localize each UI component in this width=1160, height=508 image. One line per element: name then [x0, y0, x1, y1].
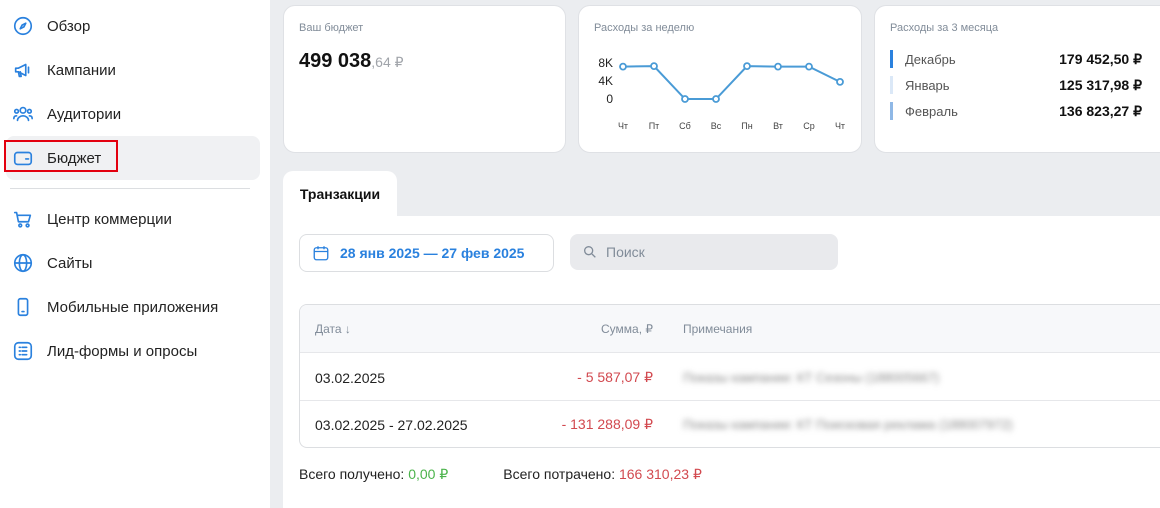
x-tick-label: Пт	[649, 121, 660, 131]
column-date[interactable]: Дата ↓	[315, 305, 351, 353]
month-color-bar	[890, 102, 893, 120]
x-tick-label: Сб	[679, 121, 691, 131]
total-received-value: 0,00 ₽	[408, 466, 449, 482]
month-value: 125 317,98 ₽	[1059, 76, 1142, 93]
sidebar-item-campaigns[interactable]: Кампании	[6, 48, 260, 92]
transactions-table: Дата ↓ Сумма, ₽ Примечания 03.02.2025 - …	[299, 304, 1160, 448]
sidebar-item-label: Обзор	[47, 17, 91, 35]
row-date: 03.02.2025	[315, 369, 386, 386]
x-tick-label: Чт	[618, 121, 628, 131]
sidebar-item-lead-forms[interactable]: Лид-формы и опросы	[6, 329, 260, 373]
sidebar-item-commerce[interactable]: Центр коммерции	[6, 197, 260, 241]
month-row-january: Январь 125 317,98 ₽	[890, 75, 1142, 95]
x-tick-label: Пн	[741, 121, 752, 131]
wallet-icon	[12, 147, 34, 169]
sidebar-item-label: Сайты	[47, 254, 93, 272]
x-tick-label: Вт	[773, 121, 783, 131]
search-box[interactable]	[570, 234, 838, 270]
budget-value-fraction: ,64 ₽	[371, 54, 404, 70]
month-name: Январь	[905, 77, 950, 93]
data-point[interactable]	[650, 62, 658, 71]
budget-card: Ваш бюджет 499 038,64 ₽	[283, 5, 566, 153]
sidebar-item-label: Лид-формы и опросы	[47, 342, 198, 360]
users-icon	[12, 103, 34, 125]
month-row-december: Декабрь 179 452,50 ₽	[890, 49, 1142, 69]
month-row-february: Февраль 136 823,27 ₽	[890, 101, 1142, 121]
month-name: Декабрь	[905, 51, 956, 67]
month-name: Февраль	[905, 103, 958, 119]
budget-value-main: 499 038	[299, 50, 372, 72]
date-range-label: 28 янв 2025 — 27 фев 2025	[340, 245, 525, 261]
table-row[interactable]: 03.02.2025 - 5 587,07 ₽ Показы кампании:…	[300, 354, 1160, 401]
data-point[interactable]	[774, 62, 782, 71]
budget-value: 499 038,64 ₽	[299, 50, 404, 73]
x-tick-label: Ср	[803, 121, 815, 131]
row-date: 03.02.2025 - 27.02.2025	[315, 416, 468, 433]
weekly-expenses-card: Расходы за неделю 8K 4K 0 Чт Пт Сб Вс Пн Вт Ср Чт	[578, 5, 862, 153]
sidebar-item-label: Кампании	[47, 61, 116, 79]
sidebar-item-label: Центр коммерции	[47, 210, 172, 228]
compass-icon	[12, 15, 34, 37]
data-point[interactable]	[743, 62, 751, 71]
sidebar-item-label: Бюджет	[47, 149, 102, 167]
month-value: 136 823,27 ₽	[1059, 102, 1142, 119]
total-spent-label: Всего потрачено:	[503, 466, 616, 482]
y-tick-label: 0	[606, 92, 613, 106]
search-icon	[584, 246, 596, 258]
phone-icon	[12, 296, 34, 318]
date-range-picker[interactable]: 28 янв 2025 — 27 фев 2025	[299, 234, 554, 272]
x-tick-label: Вс	[711, 121, 722, 131]
table-row[interactable]: 03.02.2025 - 27.02.2025 - 131 288,09 ₽ П…	[300, 401, 1160, 447]
search-input[interactable]	[606, 244, 806, 260]
sidebar: Обзор Кампании Аудитории Бюджет Центр ко…	[0, 0, 270, 508]
globe-icon	[12, 252, 34, 274]
three-months-card: Расходы за 3 месяца Декабрь 179 452,50 ₽…	[874, 5, 1160, 153]
months-title: Расходы за 3 месяца	[890, 22, 999, 34]
data-point[interactable]	[805, 62, 813, 71]
series-line	[622, 65, 841, 100]
data-point[interactable]	[681, 95, 689, 103]
weekly-line-chart: 8K 4K 0 Чт Пт Сб Вс Пн Вт Ср Чт	[598, 56, 845, 131]
data-point[interactable]	[712, 95, 720, 103]
month-color-bar	[890, 50, 893, 68]
column-amount: Сумма, ₽	[600, 322, 653, 336]
data-point[interactable]	[836, 78, 844, 86]
x-tick-label: Чт	[835, 121, 845, 131]
cart-icon	[12, 208, 34, 230]
sidebar-item-sites[interactable]: Сайты	[6, 241, 260, 285]
table-header: Дата ↓ Сумма, ₽ Примечания	[300, 305, 1160, 353]
sidebar-item-overview[interactable]: Обзор	[6, 4, 260, 48]
tab-transactions[interactable]: Транзакции	[283, 171, 397, 217]
budget-title: Ваш бюджет	[299, 22, 364, 34]
month-color-bar	[890, 76, 893, 94]
sidebar-item-audiences[interactable]: Аудитории	[6, 92, 260, 136]
row-note: Показы кампании: КТ Сезоны (188005667)	[683, 370, 940, 385]
totals: Всего получено: 0,00 ₽ Всего потрачено: …	[299, 466, 702, 483]
calendar-icon	[313, 246, 329, 261]
megaphone-icon	[12, 59, 34, 81]
sidebar-item-budget[interactable]: Бюджет	[6, 136, 260, 180]
sidebar-item-mobile-apps[interactable]: Мобильные приложения	[6, 285, 260, 329]
total-received-label: Всего получено:	[299, 466, 405, 482]
y-tick-label: 4K	[598, 74, 613, 88]
month-value: 179 452,50 ₽	[1059, 50, 1142, 67]
data-point[interactable]	[619, 62, 627, 71]
sidebar-item-label: Мобильные приложения	[47, 298, 219, 316]
transactions-panel: 28 янв 2025 — 27 фев 2025 Дата ↓ Сумма, …	[283, 216, 1160, 508]
y-tick-label: 8K	[598, 56, 613, 70]
row-note: Показы кампании: КТ Поисковая реклама (1…	[683, 417, 1013, 432]
total-spent-value: 166 310,23 ₽	[618, 466, 702, 482]
divider	[10, 188, 250, 189]
list-icon	[12, 340, 34, 362]
row-amount: - 131 288,09 ₽	[561, 416, 653, 432]
sidebar-item-label: Аудитории	[47, 105, 122, 123]
row-amount: - 5 587,07 ₽	[577, 369, 653, 385]
column-notes: Примечания	[683, 322, 753, 336]
